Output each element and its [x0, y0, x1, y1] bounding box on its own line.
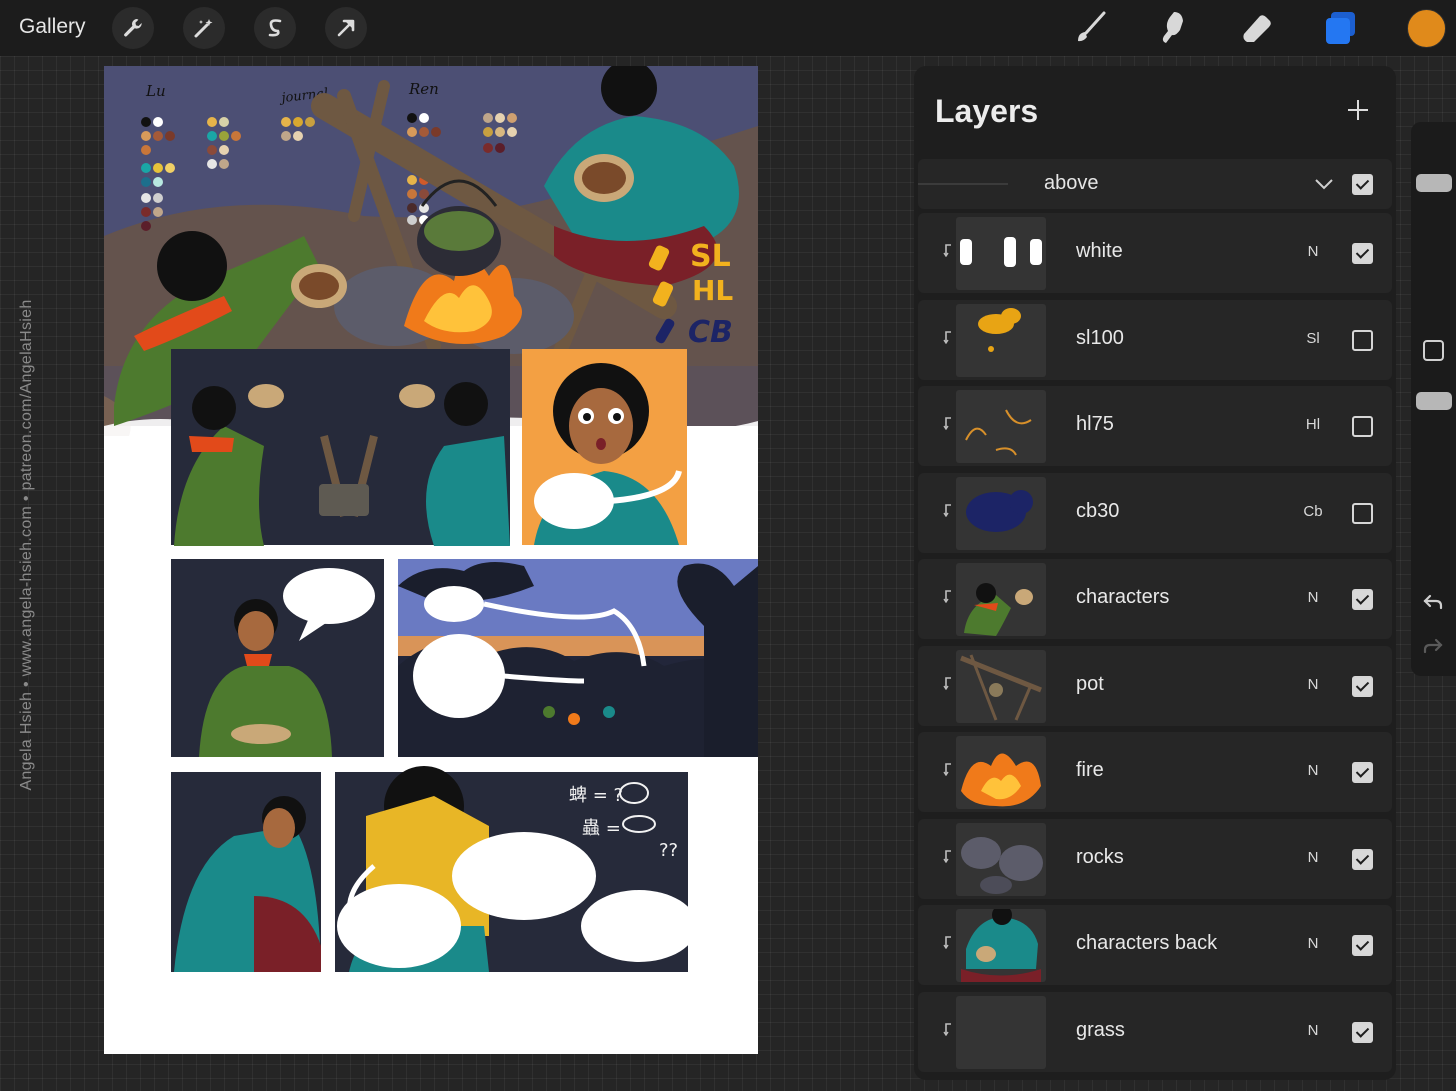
clipping-mask-icon — [942, 503, 954, 517]
layer-name: rocks — [1076, 845, 1124, 868]
layer-visibility-checkbox[interactable] — [1352, 762, 1373, 783]
layer-thumbnail — [956, 217, 1046, 290]
add-layer-button[interactable] — [1344, 96, 1372, 124]
layer-name: white — [1076, 240, 1123, 262]
layer-thumbnail — [956, 995, 1046, 1069]
layer-name: sl100 — [1076, 326, 1124, 349]
layer-name: pot — [1076, 672, 1104, 695]
transform-arrow-icon[interactable] — [325, 7, 367, 49]
layer-visibility-checkbox[interactable] — [1352, 848, 1373, 870]
current-color-swatch[interactable] — [1407, 9, 1446, 48]
layer-thumbnail — [956, 909, 1046, 982]
layers-icon[interactable] — [1320, 8, 1360, 48]
layer-thumbnail — [956, 822, 1046, 896]
layer-visibility-checkbox[interactable] — [1352, 675, 1373, 697]
eraser-icon[interactable] — [1236, 8, 1276, 48]
layer-visibility-checkbox[interactable] — [1352, 416, 1373, 437]
label-cb: CB — [688, 315, 733, 350]
plus-icon — [1348, 100, 1368, 120]
layer-name: fire — [1076, 759, 1104, 781]
adjustments-magic-wand-icon[interactable] — [183, 7, 225, 49]
layer-row[interactable]: white N — [918, 213, 1392, 293]
note-text-3: ?? — [659, 840, 678, 861]
layer-row[interactable]: hl75 Hl — [918, 386, 1392, 466]
layer-blend-mode[interactable]: N — [1298, 676, 1328, 693]
redo-icon[interactable] — [1421, 634, 1445, 658]
layer-blend-mode[interactable]: N — [1298, 243, 1328, 260]
layer-blend-mode[interactable]: Cb — [1298, 503, 1328, 520]
sidebar-sliders — [1411, 122, 1456, 676]
layer-visibility-checkbox[interactable] — [1352, 329, 1373, 351]
gallery-button[interactable]: Gallery — [19, 15, 86, 39]
layer-row[interactable]: fire N — [918, 732, 1392, 812]
layer-visibility-checkbox[interactable] — [1352, 243, 1373, 264]
layer-name: hl75 — [1076, 413, 1114, 435]
group-name: above — [1044, 172, 1099, 194]
layer-row[interactable]: characters N — [918, 559, 1392, 639]
group-visibility-checkbox[interactable] — [1352, 174, 1373, 195]
layer-blend-mode[interactable]: N — [1298, 935, 1328, 952]
layer-thumbnail — [956, 390, 1046, 463]
layer-group-above[interactable]: above — [918, 159, 1392, 209]
layer-row[interactable]: rocks N — [918, 818, 1392, 899]
layer-name: cb30 — [1076, 499, 1120, 522]
note-text-2: 蟲 = — [582, 818, 621, 839]
clipping-mask-icon — [942, 935, 954, 950]
clipping-mask-icon — [942, 762, 954, 777]
layer-thumbnail — [956, 563, 1046, 636]
brush-icon[interactable] — [1070, 8, 1110, 48]
brush-opacity-slider[interactable] — [1416, 392, 1452, 410]
layer-thumbnail — [956, 476, 1046, 550]
group-divider — [918, 183, 1008, 185]
layer-visibility-checkbox[interactable] — [1352, 935, 1373, 956]
layer-name: characters back — [1076, 932, 1218, 954]
layers-panel-title: Layers — [935, 93, 1039, 129]
layers-panel: Layers above white Nsl100 Sl hl75 Hl cb30 Cb ch… — [914, 66, 1396, 1080]
selection-s-icon[interactable] — [254, 7, 296, 49]
layer-blend-mode[interactable]: N — [1298, 1022, 1328, 1039]
layer-visibility-checkbox[interactable] — [1352, 589, 1373, 610]
palette-label-ren: Ren — [408, 80, 439, 98]
smudge-icon[interactable] — [1152, 8, 1192, 48]
label-sl: SL — [690, 239, 731, 274]
palette-label-lu: Lu — [145, 82, 166, 100]
layer-blend-mode[interactable]: N — [1298, 589, 1328, 606]
drawing-canvas[interactable]: Lu journal Ren SL HL CB 蜱 = ? 蟲 = ?? — [104, 66, 758, 1054]
artist-credit: Angela Hsieh • www.angela-hsieh.com • pa… — [18, 299, 35, 791]
top-toolbar: Gallery — [0, 0, 1456, 56]
modify-button[interactable] — [1423, 340, 1444, 361]
layer-row[interactable]: characters back N — [918, 905, 1392, 985]
clipping-mask-icon — [942, 589, 954, 604]
layer-thumbnail — [956, 303, 1046, 377]
layer-blend-mode[interactable]: N — [1298, 762, 1328, 779]
clipping-mask-icon — [942, 243, 954, 258]
layer-row[interactable]: pot N — [918, 645, 1392, 726]
layer-thumbnail — [956, 736, 1046, 809]
label-hl: HL — [692, 274, 733, 307]
layer-blend-mode[interactable]: Hl — [1298, 416, 1328, 433]
layer-thumbnail — [956, 649, 1046, 723]
chevron-down-icon[interactable] — [1313, 173, 1335, 195]
layer-visibility-checkbox[interactable] — [1352, 502, 1373, 524]
layer-name: characters — [1076, 586, 1170, 608]
note-text-1: 蜱 = ? — [569, 785, 623, 806]
brush-size-slider[interactable] — [1416, 174, 1452, 192]
clipping-mask-icon — [942, 416, 954, 431]
layer-row[interactable]: grass N — [918, 991, 1392, 1072]
clipping-mask-icon — [942, 676, 954, 690]
layer-row[interactable]: sl100 Sl — [918, 299, 1392, 380]
layer-blend-mode[interactable]: Sl — [1298, 330, 1328, 347]
layer-name: grass — [1076, 1018, 1125, 1041]
undo-icon[interactable] — [1421, 590, 1445, 614]
layer-blend-mode[interactable]: N — [1298, 849, 1328, 866]
layer-visibility-checkbox[interactable] — [1352, 1021, 1373, 1043]
layer-row[interactable]: cb30 Cb — [918, 472, 1392, 553]
clipping-mask-icon — [942, 1022, 954, 1036]
clipping-mask-icon — [942, 849, 954, 863]
actions-wrench-icon[interactable] — [112, 7, 154, 49]
clipping-mask-icon — [942, 330, 954, 344]
